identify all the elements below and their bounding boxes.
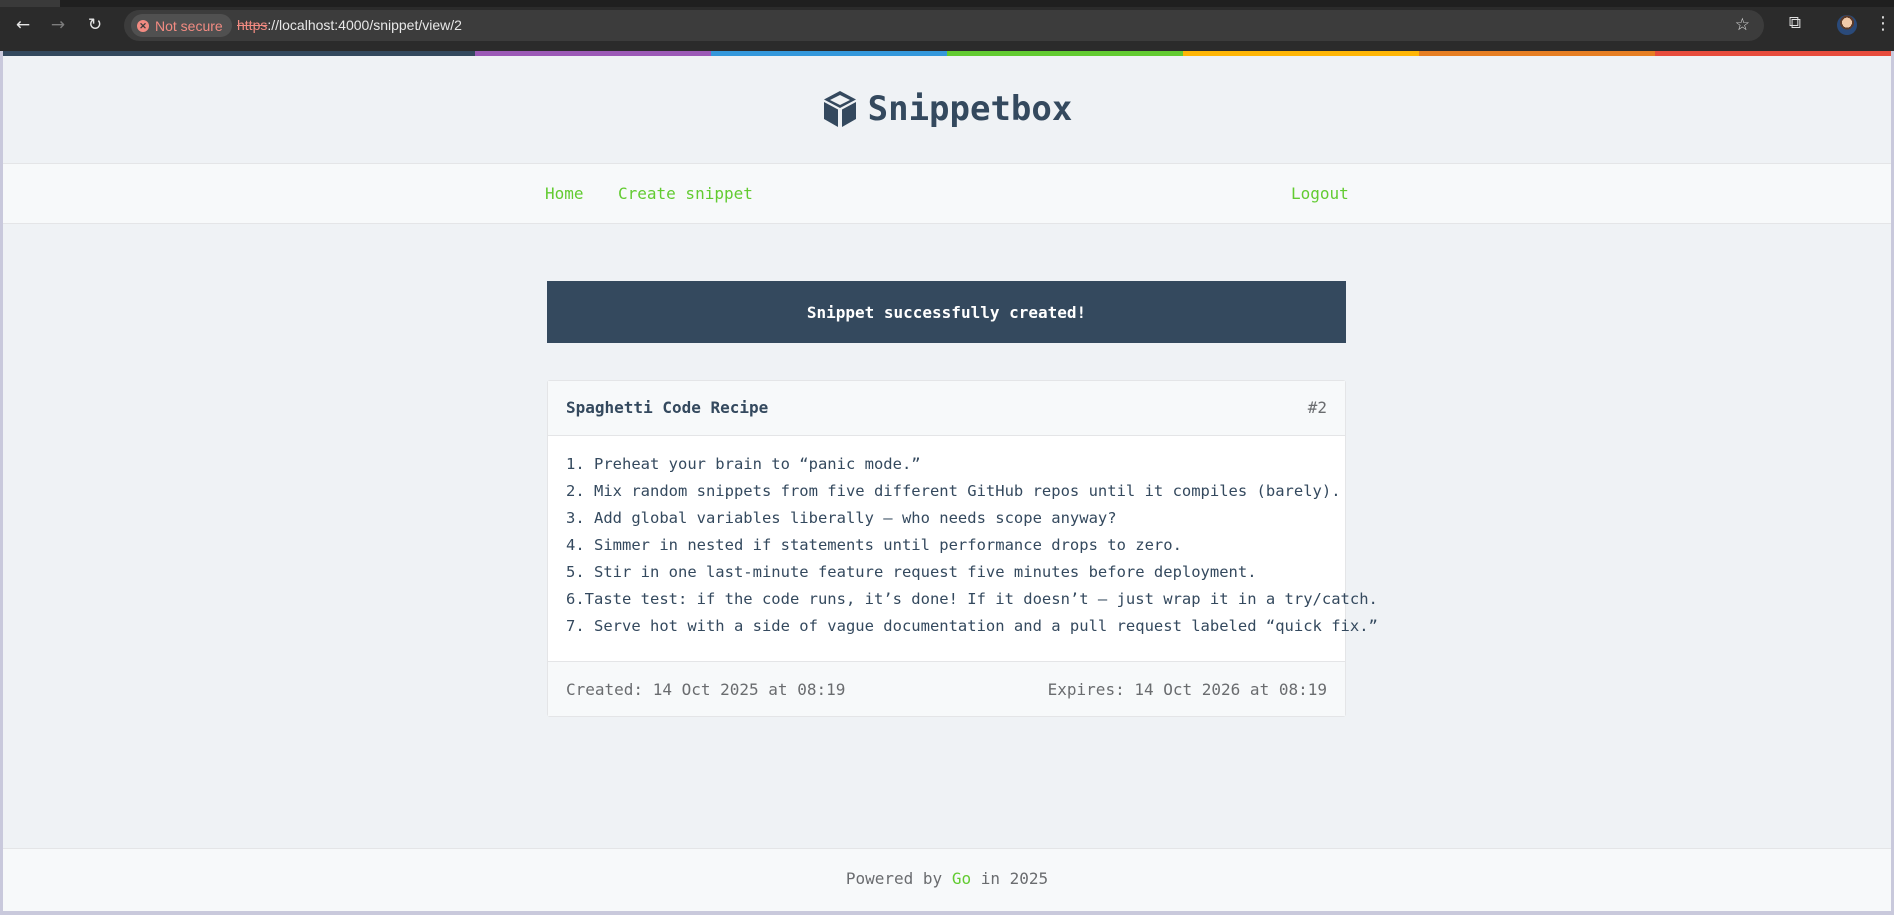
snippet-content: 1. Preheat your brain to “panic mode.” 2… (566, 455, 1378, 635)
snippet-card: Spaghetti Code Recipe #2 1. Preheat your… (547, 380, 1378, 717)
extensions-icon[interactable]: ⧉ (1784, 13, 1806, 35)
url-scheme: https (237, 17, 268, 33)
browser-toolbar: ← → ↻ ✕ Not secure https://localhost:400… (0, 0, 1894, 51)
site-footer: Powered by Go in 2025 (3, 848, 1891, 911)
brand-title: Snippetbox (867, 89, 1073, 129)
address-bar[interactable]: ✕ Not secure https://localhost:4000/snip… (124, 10, 1764, 41)
reload-icon[interactable]: ↻ (84, 14, 106, 36)
footer-prefix: Powered by (845, 869, 952, 888)
url-text[interactable]: https://localhost:4000/snippet/view/2 (237, 17, 462, 33)
snippet-footer: Created: 14 Oct 2025 at 08:19 Expires: 1… (548, 661, 1345, 716)
snippet-expires: Expires: 14 Oct 2026 at 08:19 (1047, 680, 1327, 699)
snippet-id: #2 (1307, 398, 1327, 417)
cube-icon (823, 91, 856, 127)
not-secure-icon: ✕ (137, 19, 149, 32)
nav-create-snippet-link[interactable]: Create snippet (618, 184, 753, 203)
security-label: Not secure (155, 17, 223, 34)
menu-icon[interactable]: ⋮ (1874, 13, 1892, 34)
nav-home-link[interactable]: Home (545, 184, 584, 203)
snippet-header: Spaghetti Code Recipe #2 (548, 381, 1345, 436)
nav-logout-link[interactable]: Logout (1291, 184, 1349, 203)
url-path: ://localhost:4000/snippet/view/2 (267, 17, 462, 33)
main-nav: Home Create snippet Logout (3, 164, 1891, 224)
brand-link[interactable]: Snippetbox (3, 89, 1891, 129)
snippet-created: Created: 14 Oct 2025 at 08:19 (566, 680, 846, 699)
back-icon[interactable]: ← (12, 14, 34, 36)
site-header: Snippetbox (3, 56, 1891, 164)
security-indicator[interactable]: ✕ Not secure (131, 14, 232, 37)
footer-go-link[interactable]: Go (952, 869, 971, 888)
footer-suffix: in 2025 (971, 869, 1049, 888)
profile-avatar[interactable] (1837, 15, 1857, 35)
active-tab[interactable] (0, 0, 60, 7)
forward-icon[interactable]: → (47, 14, 69, 36)
flash-message: Snippet successfully created! (547, 281, 1346, 343)
tab-strip (0, 0, 1894, 7)
star-icon[interactable]: ☆ (1735, 15, 1750, 35)
page-viewport: Snippetbox Home Create snippet Logout Sn… (3, 51, 1891, 911)
snippet-title: Spaghetti Code Recipe (566, 398, 769, 417)
